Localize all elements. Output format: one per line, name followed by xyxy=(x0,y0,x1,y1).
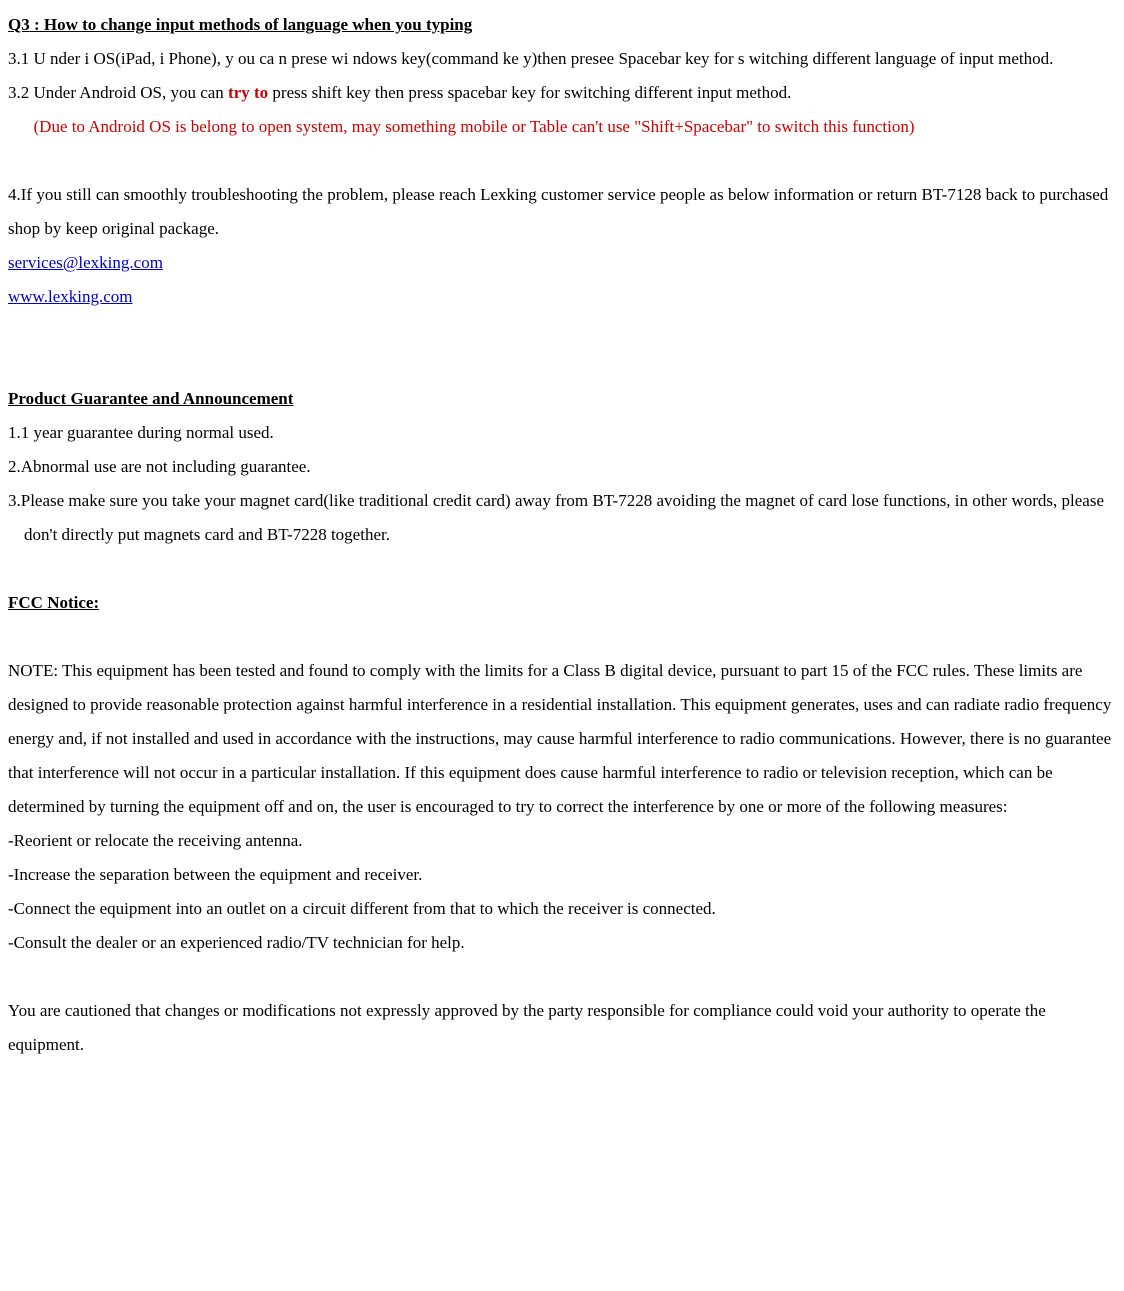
contact-url-link[interactable]: www.lexking.com xyxy=(8,287,133,306)
q3-item-2-try-to: try to xyxy=(228,83,268,102)
q3-note: (Due to Android OS is belong to open sys… xyxy=(8,110,1116,144)
q3-item-1: 3.1 U nder i OS(iPad, i Phone), y ou ca … xyxy=(8,42,1116,76)
q3-item-2c: press shift key then press spacebar key … xyxy=(268,83,791,102)
fcc-heading: FCC Notice: xyxy=(8,586,1116,620)
contact-email-link[interactable]: services@lexking.com xyxy=(8,253,163,272)
guarantee-heading: Product Guarantee and Announcement xyxy=(8,382,1116,416)
guarantee-item-1: 1.1 year guarantee during normal used. xyxy=(8,416,1116,450)
fcc-measure-2: -Increase the separation between the equ… xyxy=(8,858,1116,892)
fcc-note: NOTE: This equipment has been tested and… xyxy=(8,654,1116,824)
fcc-measure-3: -Connect the equipment into an outlet on… xyxy=(8,892,1116,926)
fcc-measure-1: -Reorient or relocate the receiving ante… xyxy=(8,824,1116,858)
guarantee-item-2: 2.Abnormal use are not including guarant… xyxy=(8,450,1116,484)
q3-note-text: (Due to Android OS is belong to open sys… xyxy=(34,117,915,136)
fcc-measure-4: -Consult the dealer or an experienced ra… xyxy=(8,926,1116,960)
q3-item-2a: 3.2 Under Android OS, you can xyxy=(8,83,228,102)
q3-item-2: 3.2 Under Android OS, you can try to pre… xyxy=(8,76,1116,110)
q3-heading: Q3 : How to change input methods of lang… xyxy=(8,8,1116,42)
guarantee-item-3: 3.Please make sure you take your magnet … xyxy=(8,484,1116,552)
fcc-caution: You are cautioned that changes or modifi… xyxy=(8,994,1116,1062)
section-4-text: 4.If you still can smoothly troubleshoot… xyxy=(8,178,1116,246)
